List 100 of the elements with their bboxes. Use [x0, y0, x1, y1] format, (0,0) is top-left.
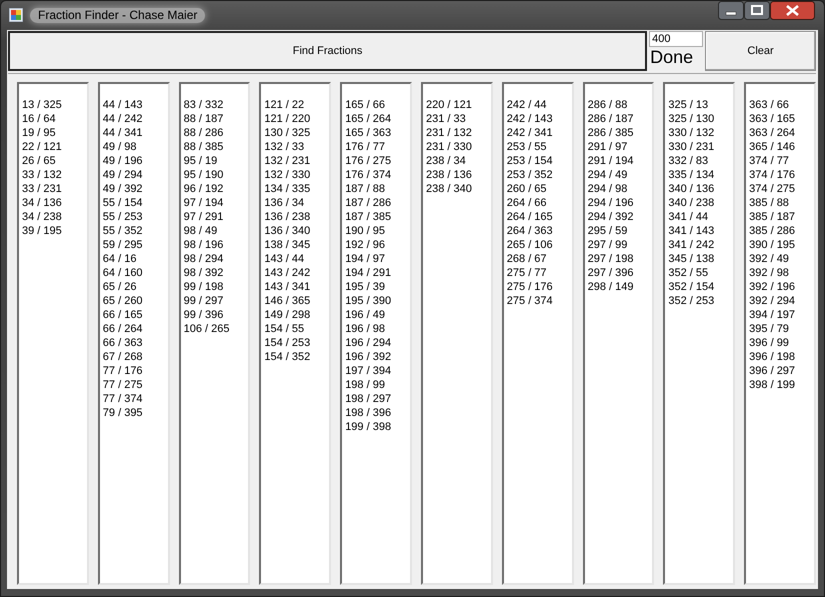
list-item[interactable]: 195 / 39 — [345, 280, 385, 294]
list-item[interactable]: 77 / 374 — [102, 392, 143, 406]
list-item[interactable]: 385 / 286 — [749, 224, 796, 238]
list-item[interactable]: 64 / 160 — [102, 266, 143, 280]
list-item[interactable]: 394 / 197 — [749, 308, 796, 322]
list-item[interactable]: 187 / 286 — [345, 196, 392, 210]
list-item[interactable]: 99 / 396 — [184, 308, 224, 322]
list-item[interactable]: 264 / 363 — [506, 224, 553, 238]
list-item[interactable]: 340 / 238 — [668, 196, 714, 210]
list-item[interactable]: 198 / 99 — [345, 378, 385, 392]
list-item[interactable]: 275 / 77 — [506, 266, 547, 280]
list-item[interactable]: 238 / 34 — [426, 154, 466, 168]
list-item[interactable]: 330 / 132 — [668, 126, 714, 140]
list-item[interactable]: 242 / 44 — [506, 98, 547, 112]
fraction-list[interactable]: 242 / 44 242 / 143 242 / 341 253 / 55 253 / 154 253 / 352 260 / 65 264 / 66 264 / 165 264 / 363 265 / 106 268 / 67 275 / 77 275 / 176 275 / 374 — [502, 82, 574, 585]
list-item[interactable]: 341 / 242 — [668, 238, 714, 252]
list-item[interactable]: 398 / 199 — [749, 378, 796, 392]
list-item[interactable]: 59 / 295 — [102, 238, 143, 252]
list-item[interactable]: 66 / 165 — [102, 308, 143, 322]
list-item[interactable]: 196 / 294 — [345, 336, 392, 350]
list-item[interactable]: 146 / 365 — [264, 294, 310, 308]
list-item[interactable]: 98 / 392 — [184, 266, 224, 280]
fraction-list[interactable] — [98, 82, 170, 585]
fraction-list[interactable]: 121 / 22 121 / 220 130 / 325 132 / 33 132 / 231 132 / 330 134 / 335 136 / 34 136 / 238 136 / 340 138 / 345 143 / 44 143 / 242 143 / 341 146 / 365 149 / 298 154 / 55 154 / 253 154 / 352 — [259, 82, 332, 585]
list-item[interactable]: 385 / 88 — [749, 196, 789, 210]
list-item[interactable]: 98 / 196 — [184, 238, 224, 252]
list-item[interactable]: 294 / 98 — [588, 182, 628, 196]
list-item[interactable]: 231 / 33 — [426, 112, 466, 126]
list-item[interactable]: 143 / 242 — [264, 266, 310, 280]
list-item[interactable]: 55 / 154 — [102, 196, 143, 210]
list-item[interactable]: 95 / 190 — [184, 168, 224, 182]
list-item[interactable]: 176 / 77 — [345, 140, 385, 154]
list-item[interactable]: 286 / 385 — [588, 126, 634, 140]
list-item[interactable]: 253 / 352 — [506, 168, 553, 182]
list-item[interactable]: 33 / 231 — [22, 182, 62, 196]
list-item[interactable]: 392 / 49 — [749, 252, 789, 266]
list-item[interactable]: 136 / 34 — [264, 196, 304, 210]
list-item[interactable]: 392 / 294 — [749, 294, 796, 308]
fraction-list[interactable] — [340, 82, 412, 585]
list-item[interactable]: 242 / 143 — [506, 112, 553, 126]
list-item[interactable]: 396 / 297 — [749, 364, 796, 378]
list-item[interactable]: 134 / 335 — [264, 182, 310, 196]
list-item[interactable]: 187 / 88 — [345, 182, 385, 196]
list-item[interactable]: 132 / 231 — [264, 154, 310, 168]
list-item[interactable]: 16 / 64 — [22, 112, 56, 126]
list-item[interactable]: 55 / 253 — [102, 210, 143, 224]
list-item[interactable]: 65 / 260 — [102, 294, 143, 308]
list-item[interactable]: 340 / 136 — [668, 182, 714, 196]
list-item[interactable]: 154 / 352 — [264, 350, 310, 364]
list-item[interactable]: 297 / 99 — [588, 238, 628, 252]
list-item[interactable]: 220 / 121 — [426, 98, 472, 112]
list-item[interactable]: 165 / 264 — [345, 112, 392, 126]
list-item[interactable]: 291 / 194 — [588, 154, 634, 168]
list-item[interactable]: 33 / 132 — [22, 168, 62, 182]
list-item[interactable]: 363 / 165 — [749, 112, 796, 126]
list-item[interactable]: 335 / 134 — [668, 168, 714, 182]
list-item[interactable]: 374 / 275 — [749, 182, 796, 196]
list-item[interactable]: 194 / 97 — [345, 252, 385, 266]
list-item[interactable]: 88 / 385 — [184, 140, 224, 154]
list-item[interactable]: 97 / 194 — [184, 196, 224, 210]
list-item[interactable]: 297 / 396 — [588, 266, 634, 280]
list-item[interactable]: 231 / 330 — [426, 140, 472, 154]
list-item[interactable]: 196 / 392 — [345, 350, 392, 364]
list-item[interactable]: 49 / 98 — [102, 140, 136, 154]
list-item[interactable]: 154 / 253 — [264, 336, 310, 350]
list-item[interactable]: 49 / 196 — [102, 154, 143, 168]
list-item[interactable]: 55 / 352 — [102, 224, 143, 238]
list-item[interactable]: 253 / 55 — [506, 140, 547, 154]
list-item[interactable]: 187 / 385 — [345, 210, 392, 224]
list-item[interactable]: 286 / 187 — [588, 112, 634, 126]
list-item[interactable]: 198 / 396 — [345, 406, 392, 420]
list-item[interactable]: 165 / 363 — [345, 126, 392, 140]
fraction-list[interactable]: 325 / 13 325 / 130 330 / 132 330 / 231 332 / 83 335 / 134 340 / 136 340 / 238 341 / 44 341 / 143 341 / 242 345 / 138 352 / 55 352 / 154 352 / 253 — [663, 82, 736, 585]
list-item[interactable]: 154 / 55 — [264, 322, 304, 336]
list-item[interactable]: 352 / 55 — [668, 266, 708, 280]
list-item[interactable]: 298 / 149 — [588, 280, 634, 294]
list-item[interactable]: 264 / 66 — [506, 196, 547, 210]
find-fractions-button[interactable]: Find Fractions — [8, 31, 648, 71]
list-item[interactable]: 26 / 65 — [22, 154, 56, 168]
list-item[interactable]: 325 / 130 — [668, 112, 714, 126]
list-item[interactable]: 66 / 264 — [102, 322, 143, 336]
list-item[interactable]: 64 / 16 — [102, 252, 136, 266]
fraction-list[interactable]: 286 / 88 286 / 187 286 / 385 291 / 97 291 / 194 294 / 49 294 / 98 294 / 196 294 / 392 295 / 59 297 / 99 297 / 198 297 / 396 298 / 149 — [582, 82, 654, 585]
list-item[interactable]: 99 / 198 — [184, 280, 224, 294]
list-item[interactable]: 88 / 286 — [184, 126, 224, 140]
list-item[interactable]: 44 / 143 — [102, 98, 143, 112]
list-item[interactable]: 132 / 330 — [264, 168, 310, 182]
list-item[interactable]: 392 / 196 — [749, 280, 796, 294]
list-item[interactable]: 66 / 363 — [102, 336, 143, 350]
list-item[interactable]: 345 / 138 — [668, 252, 714, 266]
fraction-list[interactable]: 13 / 325 16 / 64 19 / 95 22 / 121 26 / 65 33 / 132 33 / 231 34 / 136 34 / 238 39 / 195 — [17, 82, 89, 585]
list-item[interactable]: 121 / 22 — [264, 98, 304, 112]
list-item[interactable]: 352 / 253 — [668, 294, 714, 308]
list-item[interactable]: 295 / 59 — [588, 224, 628, 238]
list-item[interactable]: 98 / 49 — [184, 224, 218, 238]
list-item[interactable]: 396 / 99 — [749, 336, 789, 350]
maximize-icon[interactable] — [744, 1, 770, 20]
list-item[interactable]: 286 / 88 — [588, 98, 628, 112]
list-item[interactable]: 396 / 198 — [749, 350, 796, 364]
list-item[interactable]: 392 / 98 — [749, 266, 789, 280]
